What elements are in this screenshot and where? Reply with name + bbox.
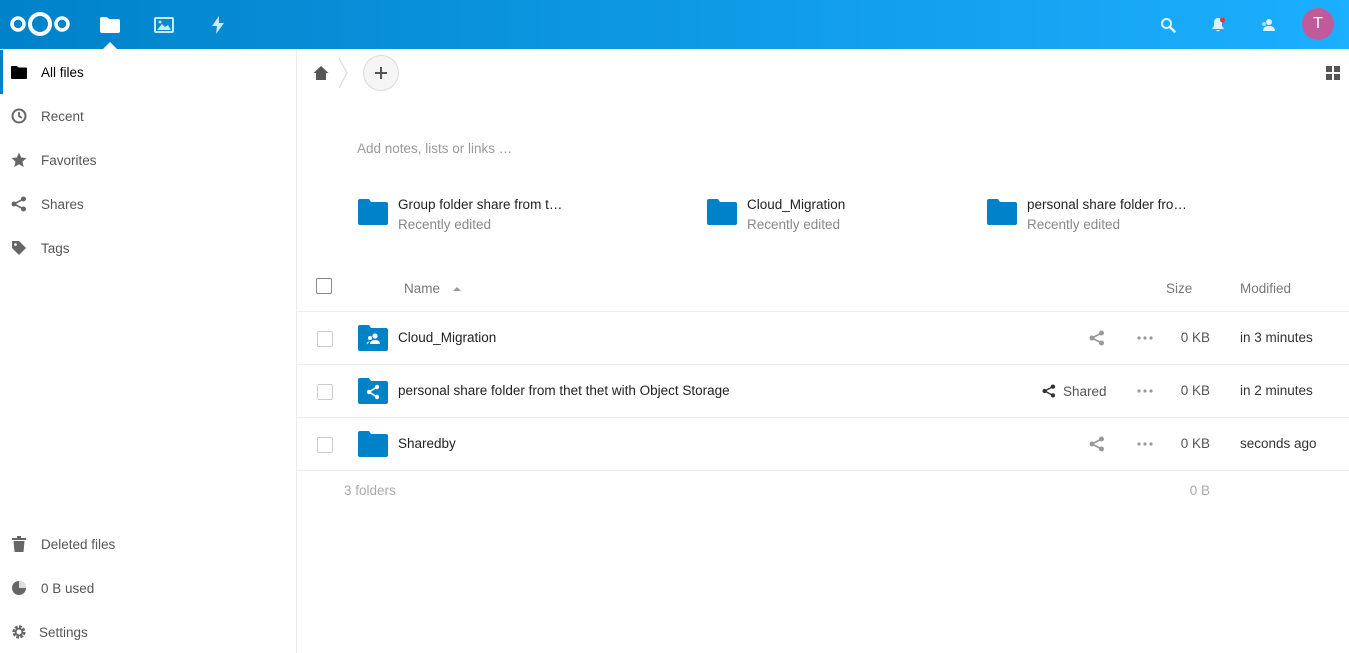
sidebar-item-shares[interactable]: Shares: [0, 182, 296, 226]
file-list-summary: 3 folders 0 B: [297, 471, 1349, 511]
recent-item-name: Cloud_Migration: [747, 197, 846, 212]
file-name[interactable]: Cloud_Migration: [398, 330, 496, 345]
files-app-icon[interactable]: [95, 10, 125, 40]
recent-item-name: personal share folder fro…: [1027, 197, 1187, 212]
nextcloud-logo[interactable]: [8, 10, 72, 38]
sidebar-item-recent[interactable]: Recent: [0, 94, 296, 138]
notes-input-placeholder[interactable]: Add notes, lists or links …: [357, 141, 512, 156]
app-content: Add notes, lists or links … Group folder…: [297, 49, 1349, 653]
share-icon: [1089, 436, 1104, 452]
file-size: 0 KB: [1180, 383, 1210, 398]
quota-pie-icon: [11, 580, 27, 596]
file-modified: seconds ago: [1240, 436, 1317, 451]
share-action[interactable]: [1089, 329, 1105, 347]
trash-icon: [11, 536, 27, 552]
file-name[interactable]: personal share folder from thet thet wit…: [398, 383, 730, 398]
more-actions-icon[interactable]: [1137, 382, 1153, 400]
recent-item-subtitle: Recently edited: [398, 217, 492, 232]
home-icon[interactable]: [313, 65, 329, 81]
sidebar-item-settings[interactable]: Settings: [0, 610, 296, 653]
clock-icon: [11, 108, 27, 124]
new-file-button[interactable]: [363, 55, 399, 91]
table-row[interactable]: Sharedby 0 KB seconds ago: [297, 418, 1349, 471]
shared-folder-icon: [358, 378, 388, 404]
activity-app-icon[interactable]: [203, 10, 233, 40]
folder-icon: [358, 431, 388, 457]
summary-count: 3 folders: [344, 483, 396, 498]
sort-ascending-icon: [452, 287, 461, 292]
group-folder-icon: [358, 325, 388, 351]
table-row[interactable]: Cloud_Migration 0 KB in 3 minutes: [297, 312, 1349, 365]
app-navigation: All files Recent Favorites Shares Tags D…: [0, 49, 297, 653]
recent-item-subtitle: Recently edited: [747, 217, 841, 232]
more-actions-icon[interactable]: [1137, 435, 1153, 453]
folder-icon: [987, 199, 1017, 225]
contacts-icon[interactable]: [1252, 9, 1284, 41]
column-name-header[interactable]: Name: [404, 281, 462, 296]
folder-icon: [707, 199, 737, 225]
file-modified: in 2 minutes: [1240, 383, 1313, 398]
star-icon: [11, 152, 27, 168]
share-icon: [1042, 384, 1056, 398]
sidebar-item-favorites[interactable]: Favorites: [0, 138, 296, 182]
recent-item[interactable]: personal share folder fro… Recently edit…: [987, 195, 1287, 239]
shared-label: Shared: [1063, 383, 1107, 399]
select-all-checkbox[interactable]: [316, 278, 332, 294]
table-row[interactable]: personal share folder from thet thet wit…: [297, 365, 1349, 418]
tag-icon: [11, 240, 27, 256]
share-action[interactable]: [1089, 435, 1105, 453]
share-icon: [11, 196, 27, 212]
notifications-bell-icon[interactable]: [1202, 9, 1234, 41]
folder-icon: [358, 199, 388, 225]
row-checkbox[interactable]: [317, 384, 333, 400]
file-name[interactable]: Sharedby: [398, 436, 456, 451]
gear-icon: [11, 624, 27, 640]
column-modified-header[interactable]: Modified: [1240, 281, 1291, 296]
recent-item-name: Group folder share from t…: [398, 197, 563, 212]
more-actions-icon[interactable]: [1137, 329, 1153, 347]
column-size-header[interactable]: Size: [1166, 281, 1192, 296]
plus-icon: [375, 67, 387, 79]
sidebar-item-tags[interactable]: Tags: [0, 226, 296, 270]
photos-app-icon[interactable]: [149, 10, 179, 40]
summary-size: 0 B: [1189, 483, 1210, 498]
sidebar-item-deleted-files[interactable]: Deleted files: [0, 522, 296, 566]
file-list-header: Name Size Modified: [297, 261, 1349, 312]
row-checkbox[interactable]: [317, 331, 333, 347]
file-size: 0 KB: [1180, 436, 1210, 451]
recent-item-subtitle: Recently edited: [1027, 217, 1121, 232]
search-icon[interactable]: [1152, 9, 1184, 41]
user-avatar[interactable]: T: [1302, 8, 1334, 40]
row-checkbox[interactable]: [317, 437, 333, 453]
breadcrumb-separator: [338, 57, 348, 89]
share-icon: [1089, 330, 1104, 346]
active-app-indicator: [103, 42, 117, 49]
shared-status-action[interactable]: Shared: [1042, 382, 1107, 400]
sidebar-item-quota: 0 B used: [0, 566, 296, 610]
folder-icon: [11, 64, 27, 80]
file-modified: in 3 minutes: [1240, 330, 1313, 345]
recent-item[interactable]: Cloud_Migration Recently edited: [707, 195, 957, 239]
file-size: 0 KB: [1180, 330, 1210, 345]
recent-item[interactable]: Group folder share from t… Recently edit…: [358, 195, 658, 239]
top-header: T: [0, 0, 1349, 49]
sidebar-item-all-files[interactable]: All files: [0, 50, 296, 94]
grid-view-toggle-icon[interactable]: [1325, 65, 1341, 81]
